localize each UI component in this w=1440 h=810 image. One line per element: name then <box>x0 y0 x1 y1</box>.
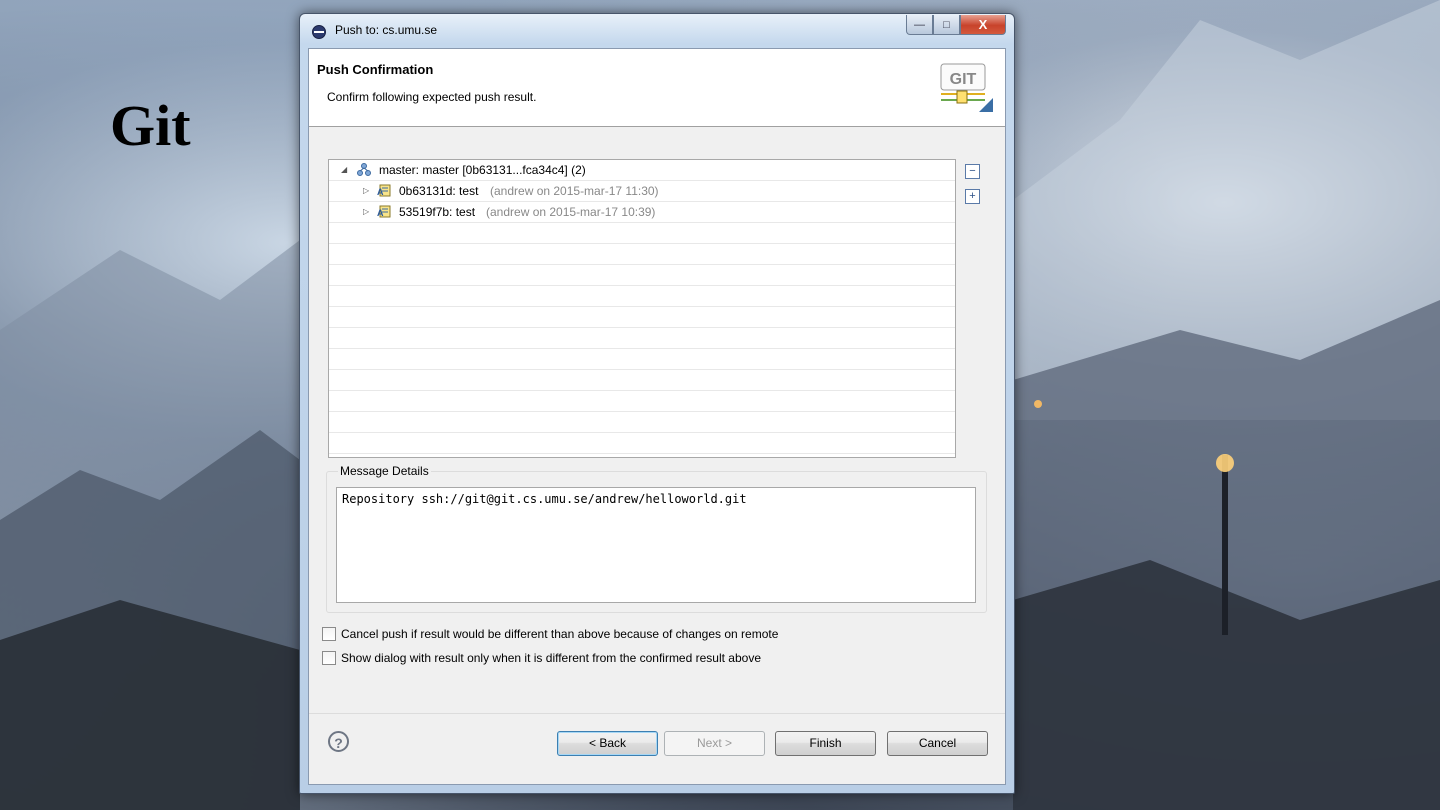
tree-empty-row <box>329 328 955 349</box>
tree-root-label: master: master [0b63131...fca34c4] (2) <box>379 160 586 180</box>
dialog-client: Push Confirmation Confirm following expe… <box>308 48 1006 785</box>
commit-meta-label: (andrew on 2015-mar-17 10:39) <box>486 205 656 219</box>
header-title: Push Confirmation <box>317 62 434 77</box>
push-result-tree[interactable]: ◢ master: master [0b63131...fca34c4] (2)… <box>328 159 956 458</box>
message-details-text[interactable]: Repository ssh://git@git.cs.umu.se/andre… <box>336 487 976 603</box>
show-dialog-option[interactable]: Show dialog with result only when it is … <box>322 651 761 665</box>
push-dialog-window: Push to: cs.umu.se — □ X Push Confirmati… <box>299 13 1015 794</box>
slide-title: Git <box>110 93 191 158</box>
next-button[interactable]: Next > <box>664 731 765 756</box>
dialog-header: Push Confirmation Confirm following expe… <box>309 49 1005 127</box>
title-bar[interactable]: Push to: cs.umu.se — □ X <box>300 14 1014 48</box>
maximize-button[interactable]: □ <box>933 15 960 35</box>
finish-button[interactable]: Finish <box>775 731 876 756</box>
svg-text:A: A <box>377 208 384 218</box>
collapse-arrow-icon[interactable]: ◢ <box>341 160 347 180</box>
cancel-push-checkbox[interactable] <box>322 627 336 641</box>
close-icon: X <box>978 17 988 32</box>
commit-meta-label: (andrew on 2015-mar-17 11:30) <box>490 184 659 198</box>
window-title: Push to: cs.umu.se <box>335 23 438 37</box>
maximize-icon: □ <box>943 18 950 31</box>
tree-empty-row <box>329 349 955 370</box>
expand-all-button[interactable]: + <box>965 189 980 204</box>
tree-empty-row <box>329 265 955 286</box>
minimize-icon: — <box>914 18 925 31</box>
git-logo-icon: GIT <box>940 63 993 112</box>
dialog-footer: ? < Back Next > Finish Cancel <box>309 713 1005 784</box>
commit-id-label: 53519f7b: test <box>399 205 476 219</box>
commit-icon: A <box>377 205 391 218</box>
remote-branch-icon <box>357 163 371 176</box>
tree-empty-row <box>329 433 955 454</box>
window-controls: — □ X <box>906 15 1006 35</box>
expand-arrow-icon[interactable]: ▷ <box>363 202 369 222</box>
git-logo-text: GIT <box>950 71 977 88</box>
tree-empty-row <box>329 286 955 307</box>
commit-id-label: 0b63131d: test <box>399 184 479 198</box>
collapse-all-icon: − <box>969 165 976 177</box>
help-icon: ? <box>334 735 343 751</box>
message-details-label: Message Details <box>338 464 431 478</box>
tree-row-commit[interactable]: ▷ A 53519f7b: test (andrew on 2015-mar-1… <box>329 202 955 223</box>
message-details-group: Message Details Repository ssh://git@git… <box>326 464 987 613</box>
cancel-push-option[interactable]: Cancel push if result would be different… <box>322 627 778 641</box>
expand-arrow-icon[interactable]: ▷ <box>363 181 369 201</box>
tree-empty-row <box>329 391 955 412</box>
tree-row-root[interactable]: ◢ master: master [0b63131...fca34c4] (2) <box>329 160 955 181</box>
header-description: Confirm following expected push result. <box>327 90 537 104</box>
cancel-push-label: Cancel push if result would be different… <box>341 627 779 641</box>
tree-row-commit[interactable]: ▷ A 0b63131d: test (andrew on 2015-mar-1… <box>329 181 955 202</box>
tree-empty-row <box>329 223 955 244</box>
eclipse-icon <box>312 25 326 39</box>
expand-all-icon: + <box>969 190 976 202</box>
show-dialog-checkbox[interactable] <box>322 651 336 665</box>
close-button[interactable]: X <box>960 15 1006 35</box>
back-button[interactable]: < Back <box>557 731 658 756</box>
minimize-button[interactable]: — <box>906 15 933 35</box>
help-button[interactable]: ? <box>328 731 349 752</box>
tree-empty-row <box>329 370 955 391</box>
tree-empty-row <box>329 244 955 265</box>
show-dialog-label: Show dialog with result only when it is … <box>341 651 761 665</box>
cancel-button[interactable]: Cancel <box>887 731 988 756</box>
svg-text:A: A <box>377 187 384 197</box>
commit-icon: A <box>377 184 391 197</box>
tree-empty-row <box>329 307 955 328</box>
tree-empty-row <box>329 412 955 433</box>
collapse-all-button[interactable]: − <box>965 164 980 179</box>
